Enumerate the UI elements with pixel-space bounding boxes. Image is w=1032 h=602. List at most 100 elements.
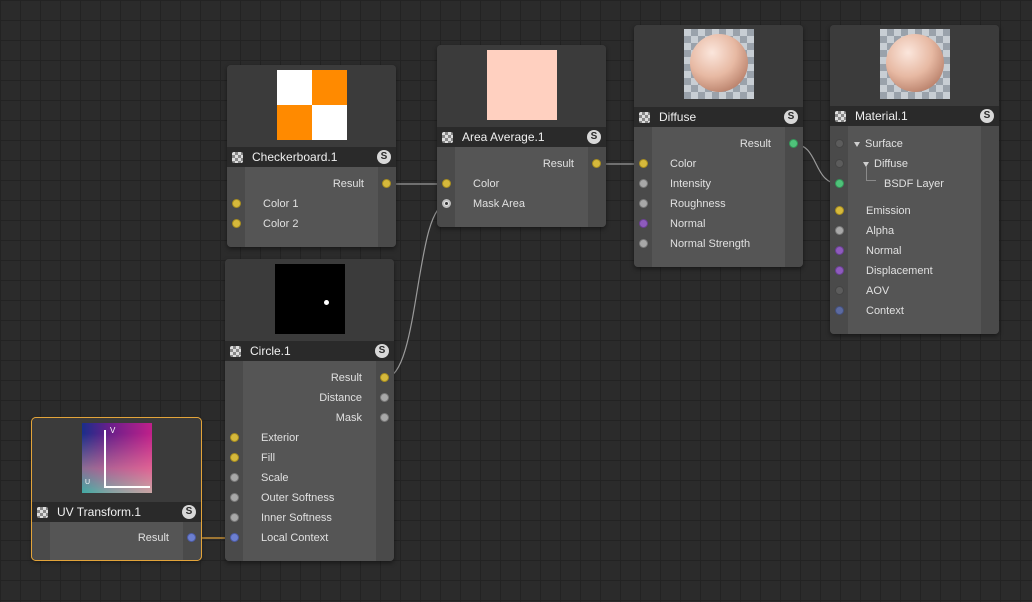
node-header[interactable]: Area Average.1 S bbox=[437, 127, 606, 147]
diffuse-sphere-preview bbox=[684, 29, 754, 99]
node-title: Area Average.1 bbox=[462, 130, 545, 144]
node-body: Result Color 1 Color 2 bbox=[227, 167, 396, 247]
input-port-outer-softness[interactable] bbox=[230, 493, 239, 502]
input-port-intensity[interactable] bbox=[639, 179, 648, 188]
node-type-icon bbox=[37, 506, 48, 518]
preview-area bbox=[830, 25, 999, 106]
tree-surface-label: Surface bbox=[865, 138, 903, 150]
node-title: Material.1 bbox=[855, 109, 908, 123]
input-port-bsdf-layer[interactable] bbox=[835, 179, 844, 188]
input-port-color1[interactable] bbox=[232, 199, 241, 208]
circle-dot bbox=[324, 300, 329, 305]
node-checkerboard[interactable]: Checkerboard.1 S Result Color 1 Color 2 bbox=[227, 65, 396, 247]
tree-surface[interactable]: Surface bbox=[854, 134, 903, 154]
input-context: Context bbox=[866, 305, 904, 317]
output-result: Result bbox=[332, 178, 364, 190]
node-body: Result bbox=[32, 522, 201, 560]
node-header[interactable]: Material.1 S bbox=[830, 106, 999, 126]
input-port-aov[interactable] bbox=[835, 286, 844, 295]
input-port-alpha[interactable] bbox=[835, 226, 844, 235]
node-type-icon bbox=[442, 131, 453, 143]
output-result: Result bbox=[739, 138, 771, 150]
node-type-icon bbox=[639, 111, 650, 123]
output-port-distance[interactable] bbox=[380, 393, 389, 402]
input-scale: Scale bbox=[261, 472, 289, 484]
node-header[interactable]: UV Transform.1 S bbox=[32, 502, 201, 522]
tree-bsdf-layer: BSDF Layer bbox=[884, 178, 944, 190]
preview-area: V U bbox=[32, 418, 201, 502]
solo-badge-icon[interactable]: S bbox=[980, 109, 994, 123]
node-title: Circle.1 bbox=[250, 344, 291, 358]
node-header[interactable]: Diffuse S bbox=[634, 107, 803, 127]
input-port-surface[interactable] bbox=[835, 139, 844, 148]
node-circle[interactable]: Circle.1 S Result Distance Mask Exterior… bbox=[225, 259, 394, 561]
preview-area bbox=[225, 259, 394, 341]
solo-badge-icon[interactable]: S bbox=[182, 505, 196, 519]
input-port-displacement[interactable] bbox=[835, 266, 844, 275]
solo-badge-icon[interactable]: S bbox=[377, 150, 391, 164]
output-result: Result bbox=[330, 372, 362, 384]
output-port-result[interactable] bbox=[382, 179, 391, 188]
output-port-result[interactable] bbox=[187, 533, 196, 542]
input-port-normal[interactable] bbox=[835, 246, 844, 255]
circle-preview bbox=[275, 264, 345, 334]
output-port-result[interactable] bbox=[789, 139, 798, 148]
input-color2: Color 2 bbox=[263, 218, 299, 230]
input-port-scale[interactable] bbox=[230, 473, 239, 482]
node-title: Diffuse bbox=[659, 110, 697, 124]
input-port-exterior[interactable] bbox=[230, 433, 239, 442]
solo-badge-icon[interactable]: S bbox=[587, 130, 601, 144]
output-port-result[interactable] bbox=[592, 159, 601, 168]
node-header[interactable]: Checkerboard.1 S bbox=[227, 147, 396, 167]
input-port-local-context[interactable] bbox=[230, 533, 239, 542]
input-normal-strength: Normal Strength bbox=[670, 238, 751, 250]
node-diffuse[interactable]: Diffuse S Result Color Intensity Roughne… bbox=[634, 25, 803, 267]
input-intensity: Intensity bbox=[670, 178, 711, 190]
solo-badge-icon[interactable]: S bbox=[375, 344, 389, 358]
input-local-context: Local Context bbox=[261, 532, 329, 544]
input-port-emission[interactable] bbox=[835, 206, 844, 215]
input-port-color2[interactable] bbox=[232, 219, 241, 228]
output-result: Result bbox=[137, 532, 169, 544]
input-port-normal-strength[interactable] bbox=[639, 239, 648, 248]
input-port-normal[interactable] bbox=[639, 219, 648, 228]
input-port-color[interactable] bbox=[639, 159, 648, 168]
input-port-mask-area[interactable] bbox=[442, 199, 451, 208]
v-axis-label: V bbox=[110, 426, 116, 435]
tree-diffuse-label: Diffuse bbox=[874, 158, 909, 170]
output-port-mask[interactable] bbox=[380, 413, 389, 422]
input-color1: Color 1 bbox=[263, 198, 299, 210]
input-port-fill[interactable] bbox=[230, 453, 239, 462]
input-normal: Normal bbox=[670, 218, 706, 230]
solo-badge-icon[interactable]: S bbox=[784, 110, 798, 124]
input-port-context[interactable] bbox=[835, 306, 844, 315]
v-axis-line bbox=[104, 430, 106, 488]
node-header[interactable]: Circle.1 S bbox=[225, 341, 394, 361]
node-body: Result Color Mask Area bbox=[437, 147, 606, 227]
input-emission: Emission bbox=[866, 205, 911, 217]
input-port-diffuse[interactable] bbox=[835, 159, 844, 168]
input-aov: AOV bbox=[866, 285, 890, 297]
input-port-roughness[interactable] bbox=[639, 199, 648, 208]
input-inner-softness: Inner Softness bbox=[261, 512, 332, 524]
node-type-icon bbox=[835, 110, 846, 122]
input-roughness: Roughness bbox=[670, 198, 726, 210]
preview-area bbox=[227, 65, 396, 147]
input-color: Color bbox=[473, 178, 500, 190]
node-material[interactable]: Material.1 S Surface Diffuse BSDF Layer … bbox=[830, 25, 999, 334]
node-uv-transform[interactable]: V U UV Transform.1 S Result bbox=[31, 417, 202, 561]
node-area-average[interactable]: Area Average.1 S Result Color Mask Area bbox=[437, 45, 606, 227]
node-type-icon bbox=[232, 151, 243, 163]
material-sphere-preview bbox=[880, 29, 950, 99]
output-mask: Mask bbox=[335, 412, 362, 424]
tree-diffuse[interactable]: Diffuse bbox=[863, 154, 908, 174]
node-type-icon bbox=[230, 345, 241, 357]
output-port-result[interactable] bbox=[380, 373, 389, 382]
preview-area bbox=[634, 25, 803, 107]
u-axis-line bbox=[104, 486, 150, 488]
expand-arrow-icon[interactable] bbox=[854, 141, 860, 147]
input-displacement: Displacement bbox=[866, 265, 933, 277]
uv-gradient-overlay bbox=[82, 423, 152, 493]
input-port-color[interactable] bbox=[442, 179, 451, 188]
input-port-inner-softness[interactable] bbox=[230, 513, 239, 522]
